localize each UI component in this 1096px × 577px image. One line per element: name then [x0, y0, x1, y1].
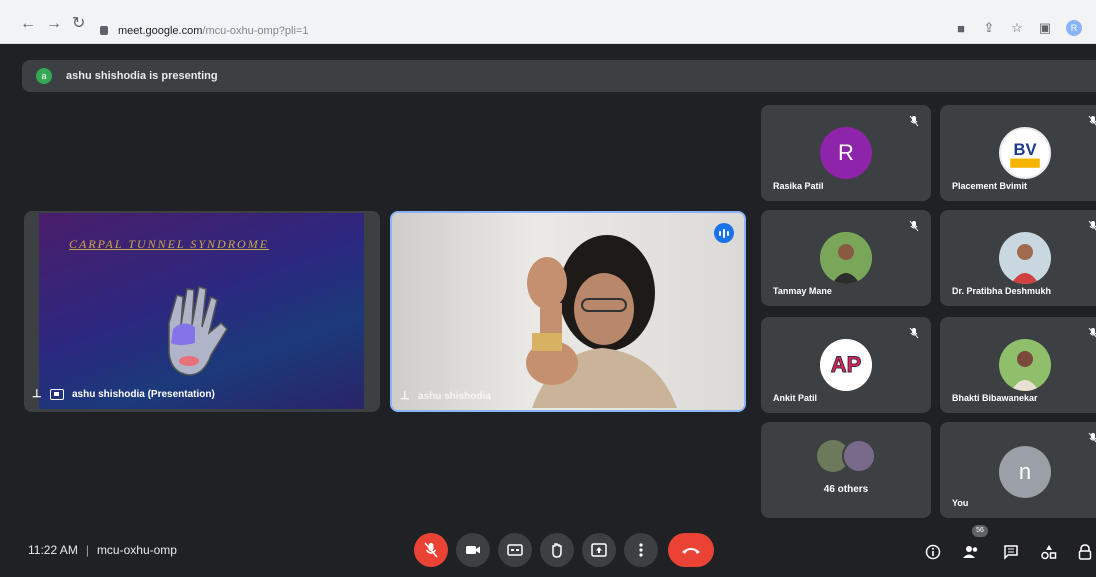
avatar-photo [999, 339, 1051, 391]
presentation-label: ashu shishodia (Presentation) [72, 389, 215, 400]
pin-icon[interactable]: ⊥ [400, 391, 410, 402]
presentation-slide: CARPAL TUNNEL SYNDROME [39, 213, 364, 409]
participant-name: Rasika Patil [773, 181, 824, 191]
self-tile[interactable]: n You [940, 422, 1096, 518]
speaking-indicator-icon [714, 223, 734, 243]
avatar: AP [820, 339, 872, 391]
activities-icon [1041, 545, 1057, 560]
participant-tile[interactable]: Dr. Pratibha Deshmukh [940, 210, 1096, 306]
camera-icon [466, 546, 480, 554]
mic-off-icon [1088, 327, 1096, 338]
more-vert-icon [639, 543, 643, 557]
avatar: BV [999, 127, 1051, 179]
participant-tile[interactable]: AP Ankit Patil [761, 317, 931, 413]
presenter-avatar: a [36, 68, 52, 84]
mic-off-icon [1088, 115, 1096, 126]
toggle-camera-button[interactable] [456, 533, 490, 567]
url-path: /mcu-oxhu-omp?pli=1 [202, 25, 309, 37]
participant-tile[interactable]: Bhakti Bibawanekar [940, 317, 1096, 413]
participant-name: Ankit Patil [773, 393, 818, 403]
address-bar[interactable]: meet.google.com/mcu-oxhu-omp?pli=1 [100, 20, 940, 42]
info-icon [925, 544, 941, 560]
forward-icon[interactable]: → [46, 16, 62, 32]
presenting-banner: a ashu shishodia is presenting [22, 60, 1096, 92]
others-avatars [817, 439, 876, 473]
host-controls-button[interactable] [1076, 543, 1094, 561]
logo-letters: BV [1013, 140, 1036, 159]
ap-logo-icon: AP [820, 339, 872, 391]
participant-name: Bhakti Bibawanekar [952, 393, 1038, 403]
participant-name: Tanmay Mane [773, 286, 832, 296]
meeting-info: 11:22 AM | mcu-oxhu-omp [28, 543, 177, 557]
camera-label-row: ⊥ ashu shishodia [400, 391, 491, 403]
hang-up-icon [682, 548, 700, 554]
avatar [999, 232, 1051, 284]
meet-stage: a ashu shishodia is presenting CARPAL TU… [0, 45, 1096, 577]
participant-tile[interactable]: BV Placement Bvimit [940, 105, 1096, 201]
mic-off-icon [909, 115, 919, 127]
presentation-label-row: ⊥ ashu shishodia (Presentation) [32, 389, 215, 400]
others-tile[interactable]: 46 others [761, 422, 931, 518]
lock-person-icon [1078, 544, 1092, 560]
participant-name: Dr. Pratibha Deshmukh [952, 286, 1052, 296]
toggle-mic-button[interactable] [414, 533, 448, 567]
people-count-badge: 56 [972, 525, 988, 537]
chat-button[interactable] [1002, 543, 1020, 561]
presenter-camera-tile[interactable]: ⊥ ashu shishodia [390, 211, 746, 412]
share-icon[interactable]: ⇪ [982, 20, 996, 35]
participant-tile[interactable]: Tanmay Mane [761, 210, 931, 306]
people-button[interactable] [962, 543, 980, 561]
camera-label: ashu shishodia [418, 391, 491, 402]
bvimit-logo-icon: BV [1001, 129, 1049, 177]
mic-off-icon [909, 327, 919, 339]
leave-call-button[interactable] [668, 533, 714, 567]
captions-icon [507, 544, 523, 556]
reload-icon[interactable]: ↻ [72, 16, 85, 32]
mic-off-icon [1088, 220, 1096, 231]
raise-hand-button[interactable] [540, 533, 574, 567]
meeting-time: 11:22 AM [28, 543, 78, 557]
mic-off-icon [909, 220, 919, 232]
more-options-button[interactable] [624, 533, 658, 567]
captions-button[interactable] [498, 533, 532, 567]
presenter-video [526, 235, 677, 408]
mic-off-icon [1088, 432, 1096, 443]
presenting-text: ashu shishodia is presenting [66, 70, 218, 82]
avatar [999, 339, 1051, 391]
avatar [820, 232, 872, 284]
side-panel-icon[interactable]: ▣ [1038, 20, 1052, 35]
activities-button[interactable] [1040, 543, 1058, 561]
others-count: 46 others [823, 484, 869, 495]
participant-name: Placement Bvimit [952, 181, 1028, 191]
camera-in-use-icon[interactable]: ■ [954, 21, 968, 36]
lock-icon [100, 26, 108, 35]
browser-toolbar: ← → ↻ meet.google.com/mcu-oxhu-omp?pli=1… [0, 0, 1096, 44]
avatar-photo [820, 232, 872, 284]
presentation-tile[interactable]: CARPAL TUNNEL SYNDROME ⊥ ashu shishodia … [24, 211, 380, 412]
url-domain: meet.google.com [118, 25, 203, 37]
hand-illustration-icon [168, 286, 228, 376]
present-screen-icon [591, 543, 607, 557]
mic-off-icon [424, 542, 438, 558]
back-icon[interactable]: ← [20, 16, 36, 32]
profile-avatar[interactable]: R [1066, 20, 1082, 36]
meeting-code[interactable]: mcu-oxhu-omp [97, 543, 177, 557]
raise-hand-icon [552, 543, 562, 558]
avatar: R [820, 127, 872, 179]
people-icon [963, 546, 978, 558]
participant-tile[interactable]: R Rasika Patil [761, 105, 931, 201]
pin-icon[interactable]: ⊥ [32, 389, 42, 400]
bookmark-star-icon[interactable]: ☆ [1010, 20, 1024, 35]
avatar-photo [999, 232, 1051, 284]
participant-name: You [952, 498, 969, 508]
present-now-button[interactable] [582, 533, 616, 567]
logo-letters: AP [831, 352, 862, 377]
avatar: n [999, 446, 1051, 498]
control-bar: 11:22 AM | mcu-oxhu-omp 56 [0, 525, 1096, 577]
present-screen-icon [50, 389, 64, 400]
slide-title: CARPAL TUNNEL SYNDROME [69, 237, 270, 251]
chat-icon [1004, 545, 1018, 560]
meeting-details-button[interactable] [924, 543, 942, 561]
